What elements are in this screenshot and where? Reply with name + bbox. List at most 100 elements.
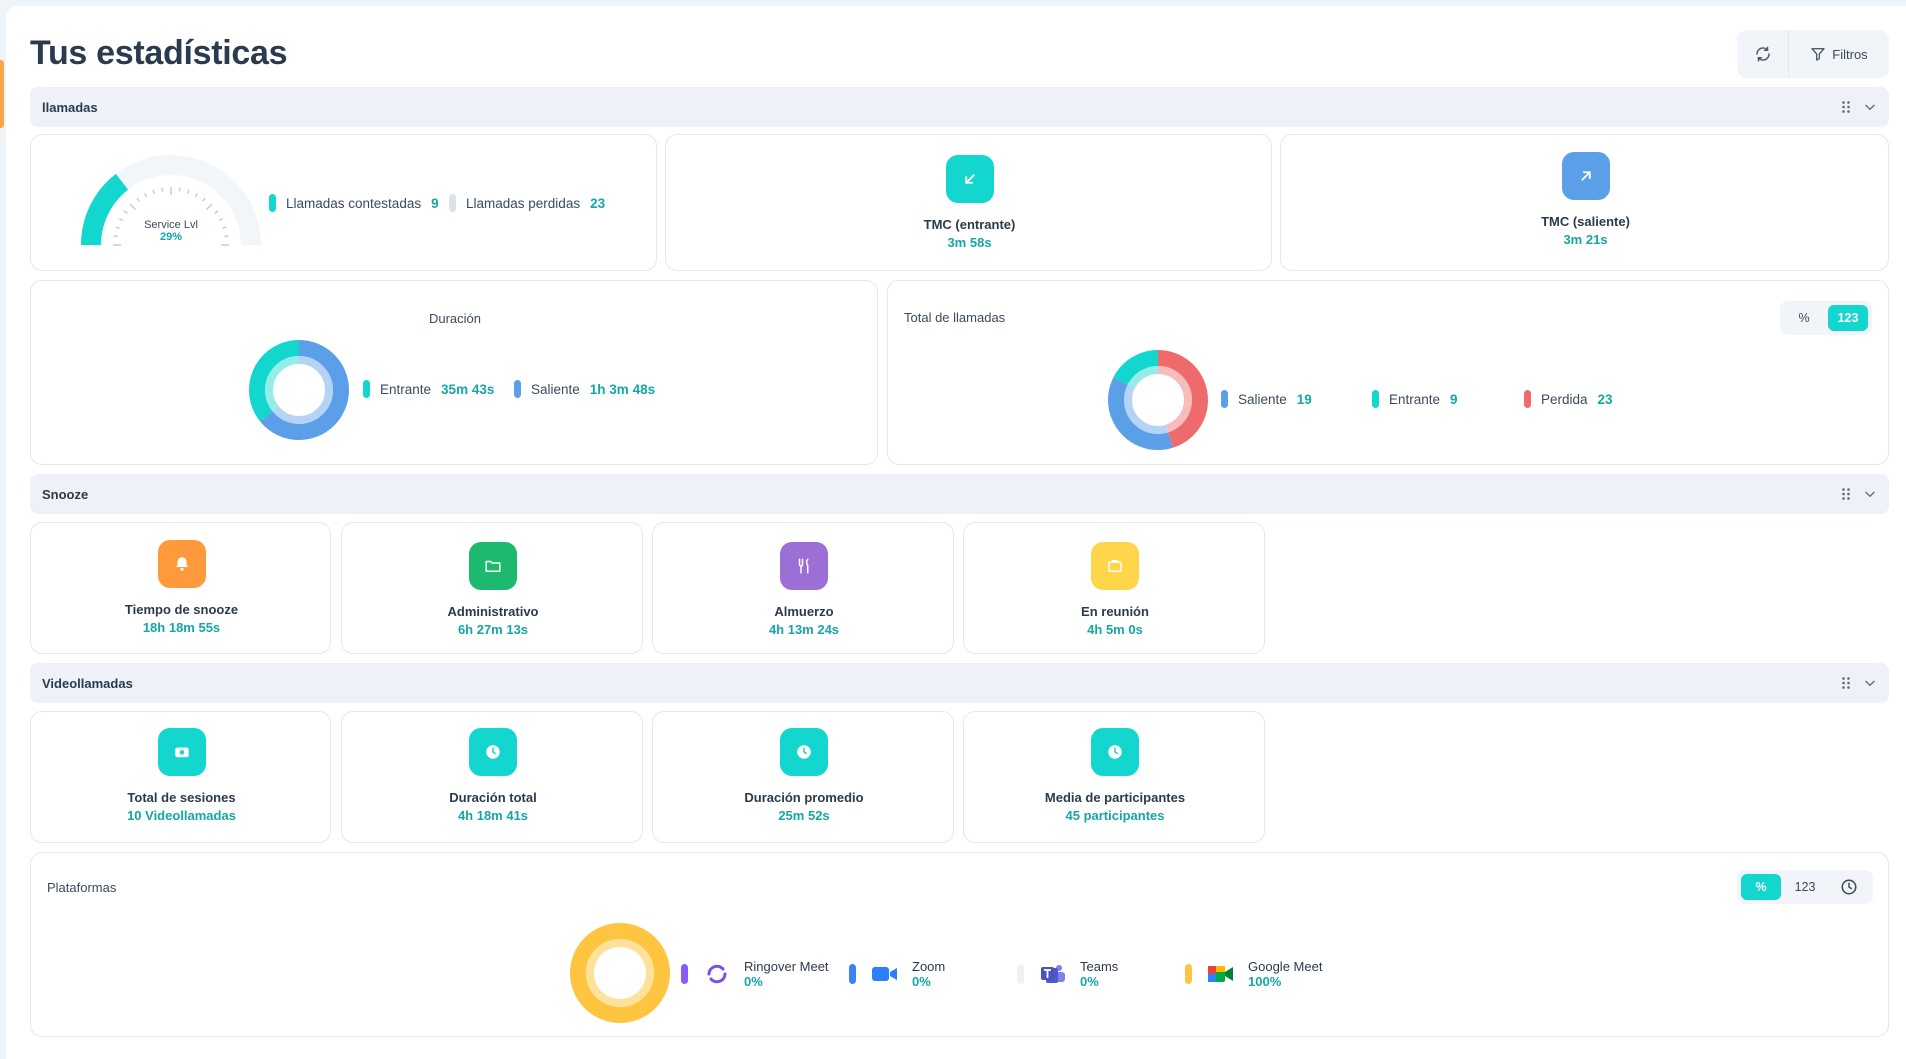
legend-swatch [1372, 390, 1379, 408]
legend-swatch [1221, 390, 1228, 408]
gauge-tick [152, 189, 156, 194]
video-total-duration-value: 4h 18m 41s [457, 808, 529, 823]
refresh-icon [1755, 46, 1770, 62]
platforms-donut-inner [586, 939, 654, 1007]
section-calls[interactable]: llamadas [30, 87, 1889, 127]
drag-handle-icon[interactable] [1841, 676, 1851, 690]
tmc-outgoing-kpi: TMC (saliente) 3m 21s [1281, 152, 1890, 247]
legend-duration-outgoing-label: Saliente [531, 381, 580, 397]
platform-teams-value: 0% [1080, 974, 1099, 989]
chevron-down-icon[interactable] [1863, 487, 1877, 501]
total-calls-donut-chart [1108, 350, 1208, 450]
total-calls-card: Total de llamadas % 123 Saliente 19 Entr… [887, 280, 1889, 465]
video-avg-duration-label: Duración promedio [744, 790, 864, 805]
tmc-incoming-card: TMC (entrante) 3m 58s [665, 134, 1272, 271]
section-video[interactable]: Videollamadas [30, 663, 1889, 703]
gauge-tick [123, 210, 128, 214]
drag-handle-icon[interactable] [1841, 487, 1851, 501]
duration-card: Duración Entrante 35m 43s Saliente 1h 3m… [30, 280, 878, 465]
video-participants-value: 45 participantes [1065, 808, 1165, 823]
tmc-outgoing-card: TMC (saliente) 3m 21s [1280, 134, 1889, 271]
legend-swatch [681, 964, 688, 984]
snooze-total-card: Tiempo de snooze 18h 18m 55s [30, 522, 331, 654]
platform-ringover-name: Ringover Meet [744, 959, 829, 974]
toggle-count[interactable]: 123 [1828, 305, 1868, 331]
legend-total-incoming-label: Entrante [1389, 391, 1441, 407]
legend-swatch [514, 380, 521, 398]
video-total-duration-label: Duración total [449, 790, 537, 805]
section-video-label: Videollamadas [42, 675, 133, 691]
total-calls-toggle: % 123 [1780, 301, 1872, 335]
platform-google-meet: Google Meet 100% [1185, 959, 1322, 989]
legend-answered-value: 9 [431, 195, 439, 211]
platforms-title: Plataformas [47, 880, 117, 895]
video-sessions-card: Total de sesiones 10 Videollamadas [30, 711, 331, 843]
filter-button[interactable]: Filtros [1789, 30, 1889, 78]
drag-handle-icon[interactable] [1841, 100, 1851, 114]
arrow-up-right-icon [1561, 152, 1610, 200]
toolbar: Filtros [1737, 30, 1889, 78]
clock-icon [1091, 728, 1139, 776]
legend-total-incoming: Entrante 9 [1372, 390, 1458, 408]
refresh-button[interactable] [1737, 30, 1789, 78]
chevron-down-icon[interactable] [1863, 100, 1877, 114]
legend-total-outgoing: Saliente 19 [1221, 390, 1312, 408]
legend-swatch [849, 964, 856, 984]
legend-answered-label: Llamadas contestadas [286, 195, 422, 211]
legend-swatch [1017, 964, 1024, 984]
platform-teams-text: Teams 0% [1080, 959, 1118, 989]
legend-total-outgoing-label: Saliente [1238, 391, 1287, 407]
legend-duration-outgoing-value: 1h 3m 48s [589, 381, 656, 397]
legend-duration-incoming: Entrante 35m 43s [363, 380, 494, 398]
platform-teams-name: Teams [1080, 959, 1119, 974]
toggle-time[interactable] [1829, 874, 1869, 900]
snooze-admin-card: Administrativo 6h 27m 13s [341, 522, 643, 654]
gauge-tick [144, 192, 148, 198]
page-title: Tus estadísticas [30, 34, 288, 72]
google-meet-logo-icon [1206, 959, 1236, 989]
side-indicator [0, 60, 4, 128]
snooze-total-kpi: Tiempo de snooze 18h 18m 55s [31, 540, 332, 635]
legend-swatch [1185, 964, 1192, 984]
gauge-tick [214, 210, 219, 214]
snooze-meeting-kpi: En reunión 4h 5m 0s [964, 542, 1266, 637]
duration-title: Duración [428, 311, 482, 326]
legend-missed-label: Llamadas perdidas [466, 195, 581, 211]
platforms-toggle: % 123 [1737, 870, 1873, 904]
legend-total-missed-label: Perdida [1541, 391, 1588, 407]
filter-icon [1811, 48, 1825, 61]
video-total-duration-card: Duración total 4h 18m 41s [341, 711, 643, 843]
legend-total-incoming-value: 9 [1450, 391, 1458, 407]
toggle-count[interactable]: 123 [1785, 874, 1825, 900]
toggle-percent[interactable]: % [1784, 305, 1824, 331]
section-snooze[interactable]: Snooze [30, 474, 1889, 514]
zoom-logo-icon [870, 959, 900, 989]
platform-google-meet-name: Google Meet [1248, 959, 1323, 974]
video-sessions-value: 10 Videollamadas [127, 808, 236, 823]
gauge-tick [136, 197, 140, 202]
video-camera-icon [157, 728, 206, 776]
video-participants-kpi: Media de participantes 45 participantes [964, 728, 1266, 823]
gauge-tick [129, 203, 137, 211]
toggle-percent[interactable]: % [1741, 874, 1781, 900]
video-sessions-label: Total de sesiones [127, 790, 236, 805]
legend-swatch [449, 194, 456, 212]
legend-total-missed-value: 23 [1597, 391, 1613, 407]
platform-google-meet-text: Google Meet 100% [1248, 959, 1322, 989]
snooze-lunch-kpi: Almuerzo 4h 13m 24s [653, 542, 955, 637]
tmc-incoming-value: 3m 58s [947, 235, 992, 250]
clock-icon [780, 728, 828, 776]
arrow-down-left-icon [945, 155, 994, 203]
ringover-logo-icon [702, 959, 732, 989]
tmc-outgoing-value: 3m 21s [1563, 232, 1608, 247]
clock-icon [1841, 879, 1857, 895]
folder-icon [469, 542, 517, 590]
filter-label: Filtros [1832, 46, 1868, 62]
service-level-readout: Service Lvl 29% [111, 219, 231, 243]
snooze-lunch-card: Almuerzo 4h 13m 24s [652, 522, 954, 654]
legend-swatch [1524, 390, 1531, 408]
legend-answered: Llamadas contestadas 9 [269, 194, 439, 212]
legend-duration-outgoing: Saliente 1h 3m 48s [514, 380, 655, 398]
service-level-value: 29% [159, 231, 183, 243]
chevron-down-icon[interactable] [1863, 676, 1877, 690]
